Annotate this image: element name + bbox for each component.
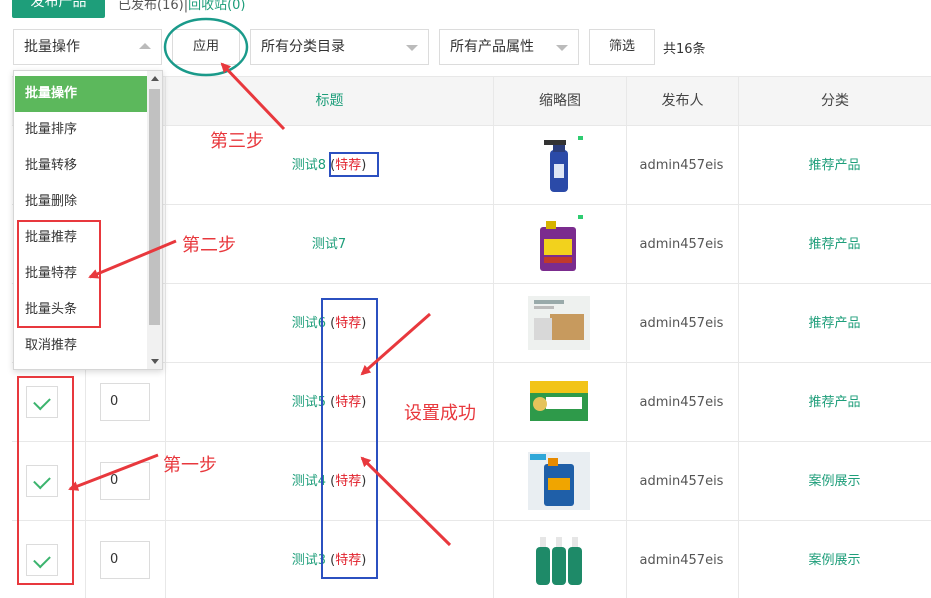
annotation-step1: 第一步 <box>163 455 217 476</box>
filter-button[interactable]: 筛选 <box>589 29 655 65</box>
product-thumbnail[interactable] <box>526 292 592 354</box>
author-cell: admin457eis <box>639 316 724 331</box>
category-link[interactable]: 推荐产品 <box>738 284 931 363</box>
product-title-link[interactable]: 测试4 <box>292 474 326 489</box>
featured-tag-text: 特荐 <box>335 316 362 331</box>
annotation-step2: 第二步 <box>182 235 236 256</box>
table-row: 0 测试3 (特荐) admin457eis 案例展示 <box>12 521 931 598</box>
cell-divider <box>493 521 494 598</box>
scroll-up-icon[interactable] <box>151 76 159 81</box>
title-cell: 测试3 (特荐) <box>165 521 493 598</box>
sort-input[interactable]: 0 <box>100 383 150 421</box>
option-batch-sort[interactable]: 批量排序 <box>15 112 147 148</box>
cell-divider <box>85 521 86 598</box>
batch-action-value: 批量操作 <box>24 39 80 55</box>
cell-divider <box>493 205 494 284</box>
status-tabs: 已发布(16)|回收站(0) <box>118 0 246 13</box>
product-thumbnail[interactable] <box>526 450 592 512</box>
tab-published[interactable]: 已发布(16) <box>118 0 184 13</box>
chevron-up-icon <box>139 43 151 49</box>
batch-action-dropdown[interactable]: 批量操作 批量排序 批量转移 批量删除 批量推荐 批量特荐 批量头条 取消推荐 <box>13 70 163 370</box>
cell-divider <box>493 442 494 521</box>
total-count: 共16条 <box>663 42 706 57</box>
author-cell: admin457eis <box>639 474 724 489</box>
dropdown-scrollbar[interactable] <box>147 71 162 369</box>
sort-input[interactable]: 0 <box>100 541 150 579</box>
product-title-link[interactable]: 测试7 <box>312 237 346 252</box>
cell-divider <box>493 284 494 363</box>
annotation-success: 设置成功 <box>404 403 476 424</box>
batch-action-select[interactable]: 批量操作 <box>13 29 162 65</box>
product-thumbnail[interactable] <box>526 529 592 591</box>
featured-tag: (特荐) <box>325 395 367 410</box>
title-cell: 测试6 (特荐) <box>165 284 493 363</box>
header-title[interactable]: 标题 <box>165 77 493 127</box>
featured-tag: (特荐) <box>325 474 367 489</box>
option-batch-action[interactable]: 批量操作 <box>15 76 147 112</box>
featured-tag: (特荐) <box>325 158 367 173</box>
cell-divider <box>493 126 494 205</box>
option-batch-recommend[interactable]: 批量推荐 <box>15 220 147 256</box>
row-checkbox[interactable] <box>26 465 58 497</box>
option-cancel-recommend[interactable]: 取消推荐 <box>15 328 147 364</box>
row-checkbox[interactable] <box>26 544 58 576</box>
category-link[interactable]: 推荐产品 <box>738 205 931 284</box>
check-icon <box>33 471 51 490</box>
option-batch-delete[interactable]: 批量删除 <box>15 184 147 220</box>
apply-button[interactable]: 应用 <box>172 29 240 65</box>
attribute-select[interactable]: 所有产品属性 <box>439 29 579 65</box>
chevron-down-icon <box>556 45 568 51</box>
tab-recycle-bin[interactable]: 回收站(0) <box>188 0 245 13</box>
product-thumbnail[interactable] <box>526 371 592 433</box>
featured-tag: (特荐) <box>325 316 367 331</box>
featured-tag-text: 特荐 <box>335 474 362 489</box>
author-cell: admin457eis <box>639 237 724 252</box>
sort-input[interactable]: 0 <box>100 462 150 500</box>
table-row: 0 测试4 (特荐) admin457eis 案例展示 <box>12 442 931 521</box>
author-cell: admin457eis <box>639 395 724 410</box>
header-thumbnail: 缩略图 <box>493 77 626 127</box>
product-thumbnail[interactable] <box>526 213 592 275</box>
scroll-down-icon[interactable] <box>151 359 159 364</box>
product-title-link[interactable]: 测试6 <box>292 316 326 331</box>
featured-tag: (特荐) <box>325 553 367 568</box>
product-title-link[interactable]: 测试3 <box>292 553 326 568</box>
featured-tag-text: 特荐 <box>335 158 362 173</box>
product-thumbnail[interactable] <box>526 134 592 196</box>
chevron-down-icon <box>406 45 418 51</box>
row-checkbox[interactable] <box>26 386 58 418</box>
option-batch-headline[interactable]: 批量头条 <box>15 292 147 328</box>
publish-product-button[interactable]: 发布产品 <box>12 0 105 18</box>
option-batch-featured[interactable]: 批量特荐 <box>15 256 147 292</box>
featured-tag-text: 特荐 <box>335 553 362 568</box>
cell-divider <box>85 442 86 521</box>
check-icon <box>33 392 51 411</box>
category-link[interactable]: 推荐产品 <box>738 126 931 205</box>
author-cell: admin457eis <box>639 158 724 173</box>
attribute-select-value: 所有产品属性 <box>450 39 534 55</box>
product-title-link[interactable]: 测试5 <box>292 395 326 410</box>
header-author: 发布人 <box>626 77 738 127</box>
annotation-step3: 第三步 <box>210 131 264 152</box>
category-link[interactable]: 推荐产品 <box>738 363 931 442</box>
category-link[interactable]: 案例展示 <box>738 521 931 598</box>
cell-divider <box>493 363 494 442</box>
author-cell: admin457eis <box>639 553 724 568</box>
product-title-link[interactable]: 测试8 <box>292 158 326 173</box>
cell-divider <box>85 363 86 442</box>
option-batch-move[interactable]: 批量转移 <box>15 148 147 184</box>
header-category: 分类 <box>738 77 931 127</box>
scrollbar-thumb[interactable] <box>149 89 160 325</box>
category-link[interactable]: 案例展示 <box>738 442 931 521</box>
category-select-value: 所有分类目录 <box>261 39 345 55</box>
featured-tag-text: 特荐 <box>335 395 362 410</box>
check-icon <box>33 550 51 569</box>
category-select[interactable]: 所有分类目录 <box>250 29 429 65</box>
